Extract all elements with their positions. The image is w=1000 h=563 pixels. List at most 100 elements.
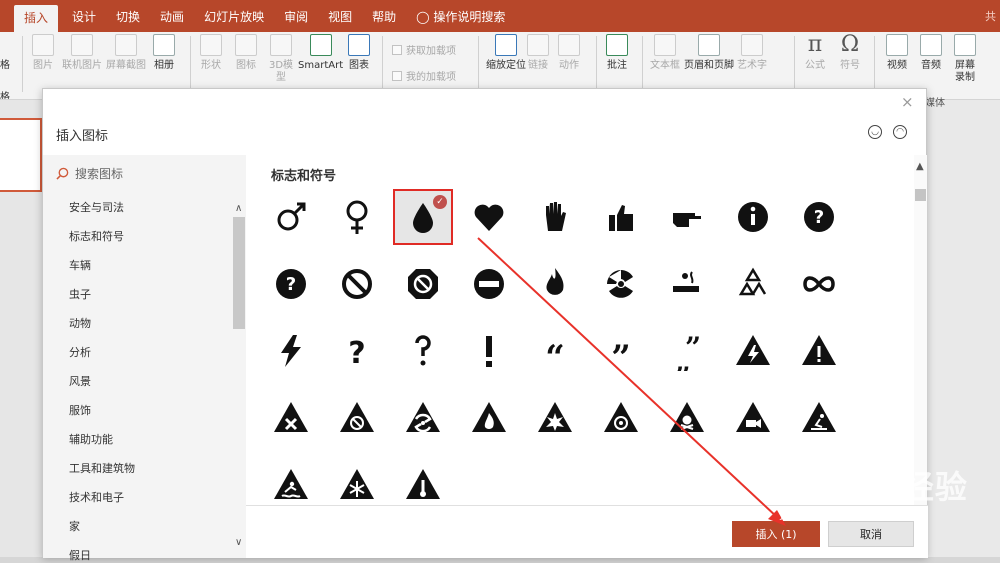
category-item[interactable]: 工具和建筑物 xyxy=(69,460,135,476)
warning-biohazard-icon[interactable] xyxy=(591,390,651,446)
female-symbol-icon[interactable] xyxy=(327,189,387,245)
ribbon-chart-button[interactable]: 图表 xyxy=(348,34,370,72)
warning-no-smoking-icon[interactable] xyxy=(327,390,387,446)
ribbon-pictures-button[interactable]: 图片 xyxy=(32,34,54,72)
lightning-icon[interactable] xyxy=(261,323,321,379)
gallery-scrollbar-thumb[interactable] xyxy=(915,189,926,201)
share-fragment[interactable]: 共 xyxy=(985,8,996,24)
category-item[interactable]: 动物 xyxy=(69,315,91,331)
tab-view[interactable]: 视图 xyxy=(318,0,362,32)
flame-icon[interactable] xyxy=(525,256,585,312)
scroll-up-arrow-icon[interactable]: ∧ xyxy=(235,203,242,214)
question-circle-icon[interactable]: ? xyxy=(789,189,849,245)
category-item[interactable]: 假日 xyxy=(69,547,91,563)
ribbon-label: 3D模型 xyxy=(268,60,294,83)
ribbon-online-pictures-button[interactable]: 联机图片 xyxy=(62,34,102,72)
warning-camera-icon[interactable] xyxy=(723,390,783,446)
icon-search-field[interactable]: 搜索图标 xyxy=(56,165,123,182)
tab-insert[interactable]: 插入 xyxy=(14,5,59,32)
open-quote-icon[interactable]: “ xyxy=(525,323,585,379)
low-quote-icon[interactable]: „” xyxy=(657,323,717,379)
male-symbol-icon[interactable] xyxy=(261,189,321,245)
infinity-icon[interactable] xyxy=(789,256,849,312)
category-item[interactable]: 辅助功能 xyxy=(69,431,113,447)
category-item[interactable]: 安全与司法 xyxy=(69,199,124,215)
recycle-icon[interactable] xyxy=(723,256,783,312)
close-quote-icon[interactable]: ” xyxy=(591,323,651,379)
ribbon-label: 图表 xyxy=(349,60,369,71)
tab-help[interactable]: 帮助 xyxy=(362,0,406,32)
do-not-enter-icon[interactable] xyxy=(459,256,519,312)
warning-lightning-icon[interactable] xyxy=(723,323,783,379)
tab-animations[interactable]: 动画 xyxy=(150,0,194,32)
raised-hand-icon[interactable] xyxy=(525,189,585,245)
pointing-hand-icon[interactable] xyxy=(657,189,717,245)
ribbon-album-button[interactable]: 相册 xyxy=(153,34,175,72)
exclamation-mark-icon[interactable] xyxy=(459,323,519,379)
ribbon-wordart-button[interactable]: 艺术字 xyxy=(737,34,767,72)
ribbon-get-addins-button[interactable]: 获取加载项 xyxy=(392,42,456,57)
tell-me-search[interactable]: ◯ 操作说明搜索 xyxy=(406,0,515,32)
heart-icon[interactable] xyxy=(459,189,519,245)
ribbon-zoom-button[interactable]: 缩放定位 xyxy=(486,34,526,72)
ribbon-textbox-button[interactable]: 文本框 xyxy=(650,34,680,72)
ribbon-icons-button[interactable]: 图标 xyxy=(235,34,257,72)
frown-feedback-icon[interactable]: ◠ xyxy=(893,125,907,139)
stop-octagon-icon[interactable] xyxy=(393,256,453,312)
category-item[interactable]: 技术和电子 xyxy=(69,489,124,505)
water-drop-icon[interactable]: ✓ xyxy=(393,189,453,245)
warning-radiation-icon[interactable] xyxy=(393,390,453,446)
ribbon-header-footer-button[interactable]: 页眉和页脚 xyxy=(684,34,734,72)
question-mark-icon[interactable]: ? xyxy=(327,323,387,379)
ribbon-equation-button[interactable]: π 公式 xyxy=(805,34,825,72)
male-symbol-glyph xyxy=(277,202,306,231)
thumbs-up-icon[interactable] xyxy=(591,189,651,245)
ribbon-audio-button[interactable]: 音频 xyxy=(920,34,942,72)
gallery-scrollbar[interactable] xyxy=(914,155,927,505)
question-circle-alt-icon[interactable]: ? xyxy=(261,256,321,312)
category-item[interactable]: 家 xyxy=(69,518,80,534)
gallery-scroll-up-icon[interactable]: ▲ xyxy=(916,161,924,172)
tab-design[interactable]: 设计 xyxy=(62,0,106,32)
close-icon[interactable]: × xyxy=(901,93,914,111)
ribbon-3d-models-button[interactable]: 3D模型 xyxy=(268,34,294,84)
category-item[interactable]: 虫子 xyxy=(69,286,91,302)
information-icon[interactable] xyxy=(723,189,783,245)
ribbon-my-addins-button[interactable]: 我的加载项 xyxy=(392,68,456,83)
cancel-button[interactable]: 取消 xyxy=(828,521,914,547)
category-item[interactable]: 服饰 xyxy=(69,402,91,418)
warning-slippery-icon[interactable] xyxy=(789,390,849,446)
tab-transitions[interactable]: 切换 xyxy=(106,0,150,32)
radiation-icon[interactable] xyxy=(591,256,651,312)
ribbon-smartart-button[interactable]: SmartArt xyxy=(298,34,343,72)
warning-toxic-icon[interactable] xyxy=(657,390,717,446)
ribbon-screenshot-button[interactable]: 屏幕截图 xyxy=(106,34,146,72)
ribbon-screen-recording-button[interactable]: 屏幕录制 xyxy=(954,34,976,84)
warning-exclamation-icon[interactable] xyxy=(789,323,849,379)
prohibited-icon[interactable] xyxy=(327,256,387,312)
tab-review[interactable]: 审阅 xyxy=(274,0,318,32)
warning-explosion-icon[interactable] xyxy=(525,390,585,446)
ribbon-video-button[interactable]: 视频 xyxy=(886,34,908,72)
no-smoking-icon[interactable] xyxy=(657,256,717,312)
category-item[interactable]: 分析 xyxy=(69,344,91,360)
ribbon-comment-button[interactable]: 批注 xyxy=(606,34,628,72)
scroll-down-arrow-icon[interactable]: ∨ xyxy=(235,537,242,548)
category-item[interactable]: 风景 xyxy=(69,373,91,389)
album-icon xyxy=(153,34,175,56)
warning-cross-icon[interactable] xyxy=(261,390,321,446)
question-hook-icon[interactable] xyxy=(393,323,453,379)
category-item[interactable]: 车辆 xyxy=(69,257,91,273)
ribbon-action-button[interactable]: 动作 xyxy=(558,34,580,72)
slide-thumbnail[interactable] xyxy=(0,118,42,192)
ribbon-link-button[interactable]: 链接 xyxy=(526,34,550,72)
ribbon-symbol-button[interactable]: Ω 符号 xyxy=(840,34,860,72)
exclamation-mark-glyph xyxy=(486,336,492,367)
insert-button[interactable]: 插入 (1) xyxy=(732,521,820,547)
category-item[interactable]: 标志和符号 xyxy=(69,228,124,244)
smile-feedback-icon[interactable]: ◡ xyxy=(868,125,882,139)
warning-fire-icon[interactable] xyxy=(459,390,519,446)
tab-slideshow[interactable]: 幻灯片放映 xyxy=(194,0,274,32)
ribbon-shapes-button[interactable]: 形状 xyxy=(200,34,222,72)
category-scrollbar-thumb[interactable] xyxy=(233,217,245,329)
